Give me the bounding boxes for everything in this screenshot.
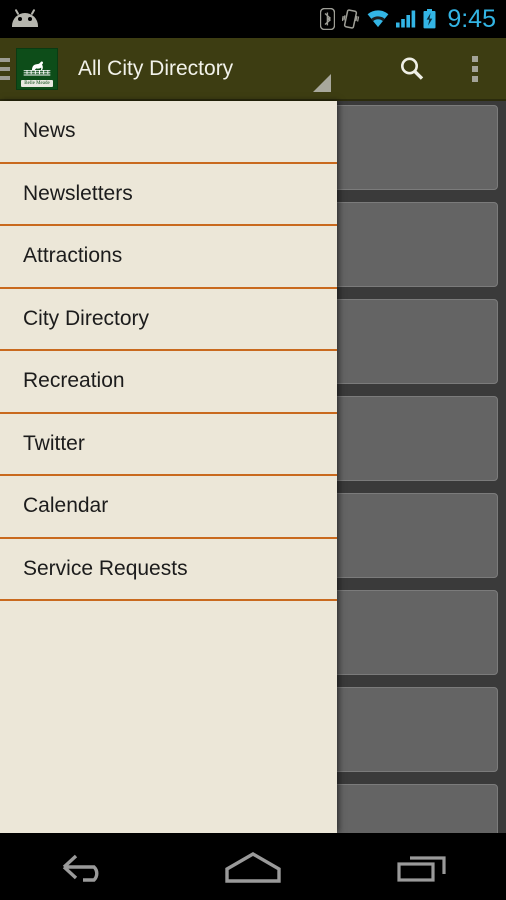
overflow-menu-icon — [471, 55, 478, 82]
logo-caption: Belle Meade — [21, 79, 53, 87]
drawer-item-label: Service Requests — [23, 556, 188, 580]
drawer-item-label: City Directory — [23, 306, 150, 330]
drawer-item-label: Newsletters — [23, 181, 133, 205]
drawer-item-service-requests[interactable]: Service Requests — [0, 539, 337, 601]
app-logo[interactable]: Belle Meade — [16, 47, 58, 90]
home-icon — [225, 851, 281, 883]
drawer-item-calendar[interactable]: Calendar — [0, 476, 337, 539]
drawer-item-attractions[interactable]: Attractions — [0, 226, 337, 289]
battery-charging-icon — [423, 9, 436, 29]
recent-apps-icon — [397, 855, 446, 882]
status-bar-right: 9:45 — [320, 4, 506, 33]
cellular-signal-icon — [396, 10, 416, 28]
bluetooth-icon — [320, 8, 336, 30]
drawer-item-news[interactable]: News — [0, 101, 337, 164]
search-icon — [400, 57, 423, 80]
overflow-menu-button[interactable] — [443, 37, 506, 100]
drawer-edge-caret-icon — [313, 74, 331, 92]
wifi-icon — [367, 10, 389, 27]
navigation-drawer: News Newsletters Attractions City Direct… — [0, 101, 337, 833]
home-button[interactable] — [198, 833, 308, 900]
drawer-item-label: News — [23, 119, 76, 143]
phone-screen: 9:45 Belle Meade All City Directory News… — [0, 0, 506, 900]
status-bar-left — [0, 8, 320, 27]
hamburger-icon[interactable] — [0, 37, 10, 100]
search-button[interactable] — [380, 37, 443, 100]
status-bar-clock: 9:45 — [447, 4, 496, 33]
back-arrow-icon — [63, 854, 99, 882]
drawer-item-label: Calendar — [23, 494, 109, 518]
drawer-item-recreation[interactable]: Recreation — [0, 351, 337, 414]
back-button[interactable] — [29, 833, 139, 900]
page-title: All City Directory — [78, 56, 234, 80]
drawer-item-label: Twitter — [23, 431, 85, 455]
drawer-item-newsletters[interactable]: Newsletters — [0, 164, 337, 226]
android-debug-icon — [12, 8, 38, 27]
drawer-item-label: Recreation — [23, 369, 125, 393]
drawer-item-twitter[interactable]: Twitter — [0, 414, 337, 476]
action-bar-actions — [380, 37, 506, 100]
drawer-item-city-directory[interactable]: City Directory — [0, 289, 337, 351]
system-navigation-bar — [0, 833, 506, 900]
action-bar: Belle Meade All City Directory — [0, 38, 506, 101]
vibrate-mode-icon — [342, 9, 360, 29]
drawer-item-label: Attractions — [23, 244, 123, 268]
horse-logo-icon — [23, 60, 51, 75]
recents-button[interactable] — [367, 833, 477, 900]
status-bar: 9:45 — [0, 0, 506, 38]
